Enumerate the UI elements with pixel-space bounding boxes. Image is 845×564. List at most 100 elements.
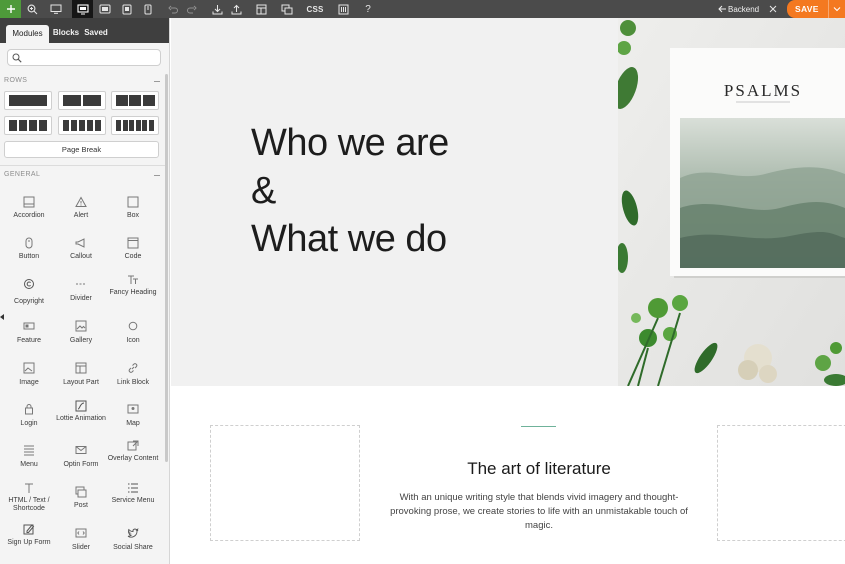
row-4-columns[interactable] [4, 116, 52, 135]
module-label: Overlay Content [107, 455, 159, 462]
map-icon [127, 404, 139, 414]
tablet-landscape-view-button[interactable] [95, 0, 115, 18]
backend-arrow[interactable] [717, 0, 727, 18]
close-builder-button[interactable] [766, 0, 780, 18]
layouts-icon [256, 4, 266, 14]
alert-icon [75, 196, 87, 207]
module-label: Sign Up Form [7, 539, 51, 546]
css-button[interactable]: CSS [303, 0, 327, 18]
module-label: Menu [20, 461, 38, 468]
module-button[interactable]: Button [2, 229, 56, 269]
row-5-columns[interactable] [58, 116, 106, 135]
collapse-icon[interactable] [154, 175, 160, 176]
layouts-button[interactable] [252, 0, 270, 18]
preview-button[interactable] [46, 0, 66, 18]
column-block [129, 95, 141, 106]
zoom-icon [27, 4, 37, 14]
module-alert[interactable]: Alert [54, 188, 108, 228]
module-slider[interactable]: Slider [54, 519, 108, 559]
backend-link[interactable]: Backend [728, 0, 762, 18]
module-gallery[interactable]: Gallery [54, 312, 108, 352]
tab-blocks[interactable]: Blocks [52, 24, 80, 42]
empty-column-right[interactable] [717, 425, 845, 541]
help-button[interactable]: ? [361, 0, 375, 18]
module-sign-up-form[interactable]: Sign Up Form [2, 519, 56, 559]
chevron-down-icon [833, 7, 841, 12]
column-block [129, 120, 135, 131]
module-copyright[interactable]: Copyright [2, 270, 56, 310]
empty-column-left[interactable] [210, 425, 360, 541]
desktop-view-button[interactable] [72, 0, 93, 18]
redo-button[interactable] [184, 0, 200, 18]
mobile-view-button[interactable] [139, 0, 157, 18]
module-box[interactable]: Box [106, 188, 160, 228]
hero-heading[interactable]: Who we are & What we do [251, 119, 551, 263]
columns-icon [338, 4, 348, 14]
column-block [142, 120, 148, 131]
save-button[interactable]: SAVE [787, 0, 845, 18]
module-html-text[interactable]: HTML / Text / Shortcode [2, 478, 56, 518]
section-title[interactable]: The art of literature [381, 459, 697, 479]
module-icon[interactable]: Icon [106, 312, 160, 352]
module-image[interactable]: Image [2, 354, 56, 394]
module-social-share[interactable]: Social Share [106, 519, 160, 559]
module-feature[interactable]: Feature [2, 312, 56, 352]
module-overlay-content[interactable]: Overlay Content [106, 436, 160, 476]
page-break-button[interactable]: Page Break [4, 141, 159, 158]
module-fancy-heading[interactable]: Fancy Heading [106, 270, 160, 310]
module-accordion[interactable]: Accordion [2, 188, 56, 228]
feature-section[interactable]: The art of literature With an unique wri… [171, 386, 845, 564]
tab-saved[interactable]: Saved [84, 24, 108, 42]
search-icon [12, 53, 22, 63]
save-options-button[interactable] [828, 0, 845, 18]
preview-icon [50, 4, 62, 14]
row-1-column[interactable] [4, 91, 52, 110]
module-label: Accordion [13, 212, 45, 219]
tab-modules[interactable]: Modules [6, 25, 49, 43]
row-3-columns[interactable] [111, 91, 159, 110]
zoom-button[interactable] [22, 0, 42, 18]
module-optin-form[interactable]: Optin Form [54, 436, 108, 476]
module-link-block[interactable]: Link Block [106, 354, 160, 394]
help-icon: ? [365, 3, 371, 15]
tablet-view-button[interactable] [117, 0, 137, 18]
section-body[interactable]: With an unique writing style that blends… [381, 491, 697, 533]
tablet-landscape-icon [99, 4, 111, 14]
column-block [38, 120, 48, 131]
duplicate-button[interactable] [278, 0, 296, 18]
collapse-icon[interactable] [154, 81, 160, 82]
module-callout[interactable]: Callout [54, 229, 108, 269]
hero-image[interactable]: PSALMS [618, 18, 845, 386]
row-2-columns[interactable] [58, 91, 106, 110]
collapse-panel-icon[interactable] [0, 314, 4, 320]
gallery-icon [75, 320, 87, 332]
panel-scrollbar[interactable] [165, 74, 168, 462]
close-icon [769, 5, 777, 13]
export-button[interactable] [227, 0, 245, 18]
accent-divider [521, 426, 556, 427]
module-map[interactable]: Map [106, 395, 160, 435]
module-post[interactable]: Post [54, 478, 108, 518]
columns-button[interactable] [335, 0, 351, 18]
add-module-button[interactable] [0, 0, 21, 18]
module-login[interactable]: Login [2, 395, 56, 435]
module-menu[interactable]: Menu [2, 436, 56, 476]
module-lottie-animation[interactable]: Lottie Animation [54, 395, 108, 435]
import-button[interactable] [208, 0, 226, 18]
module-label: Callout [70, 253, 92, 260]
module-label: Divider [70, 295, 92, 302]
module-code[interactable]: Code [106, 229, 160, 269]
module-layout-part[interactable]: Layout Part [54, 354, 108, 394]
rows-section-header[interactable]: ROWS [4, 77, 160, 87]
undo-button[interactable] [165, 0, 181, 18]
general-section-header[interactable]: GENERAL [4, 171, 160, 181]
module-divider[interactable]: Divider [54, 270, 108, 310]
arrow-left-icon [717, 5, 726, 13]
hero-text-column[interactable]: Who we are & What we do [171, 18, 618, 386]
row-6-columns[interactable] [111, 116, 159, 135]
module-label: Social Share [113, 544, 153, 551]
module-service-menu[interactable]: Service Menu [106, 478, 160, 518]
divider-icon [76, 283, 86, 285]
column-block [70, 120, 78, 131]
search-input[interactable] [26, 51, 156, 64]
